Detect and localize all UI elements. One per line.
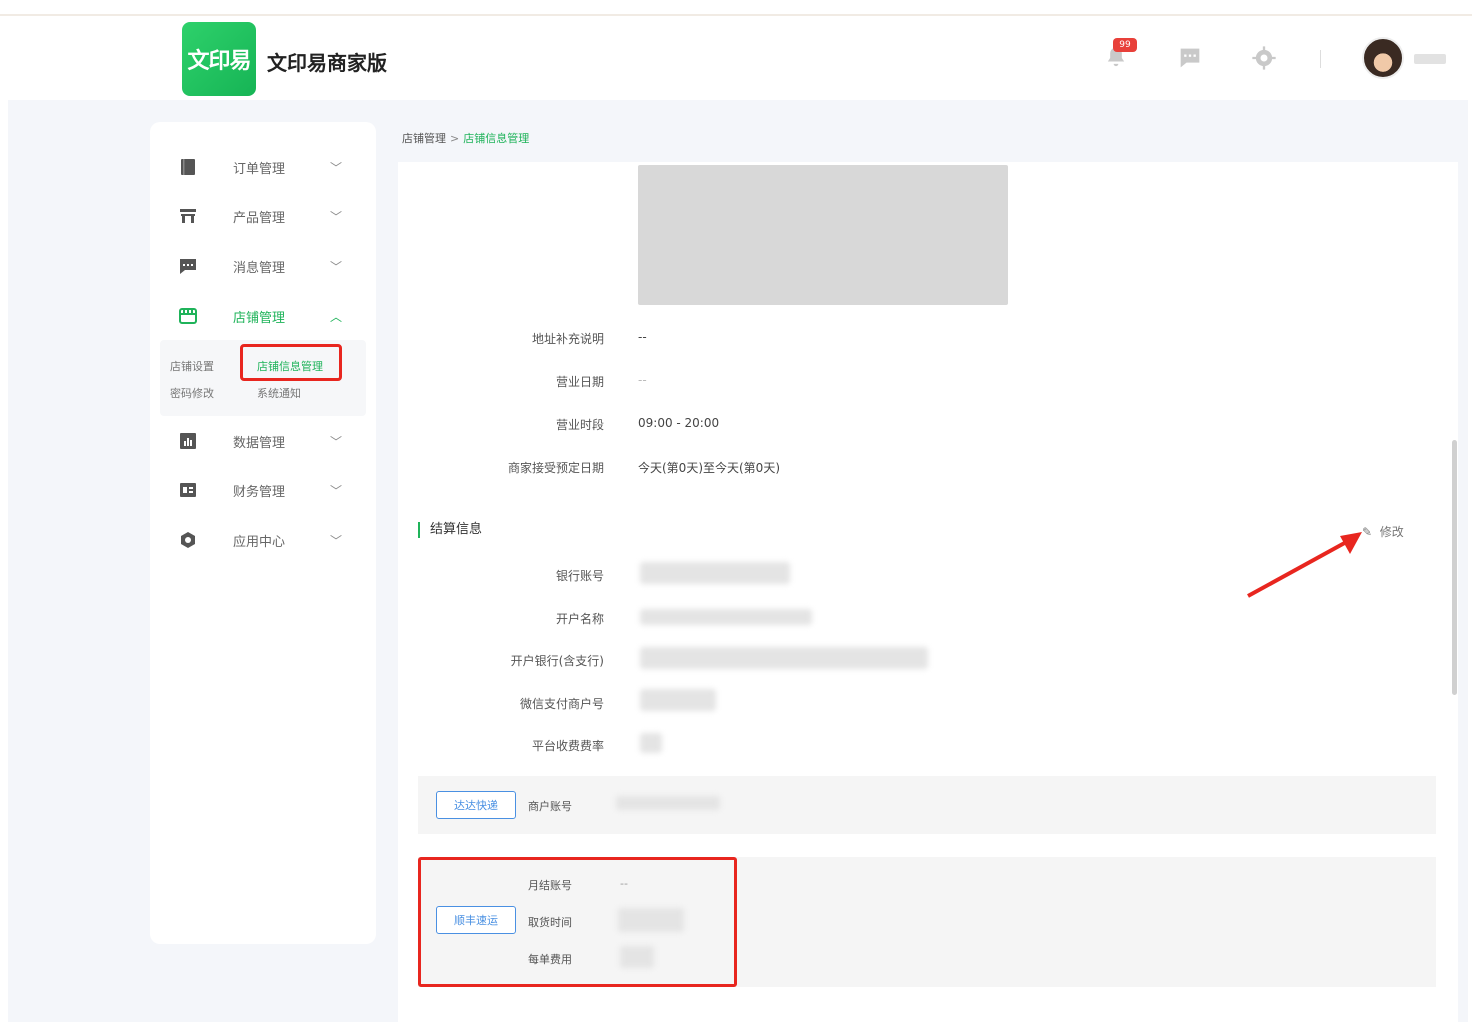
sidebar-item-orders[interactable]: 订单管理 ﹀ [176, 152, 356, 182]
field-label: 微信支付商户号 [519, 697, 604, 711]
highlight-box-submenu [240, 344, 342, 381]
platform-rate-blurred [640, 733, 662, 753]
sidebar-item-label: 店铺管理 [233, 310, 286, 326]
notification-badge: 99 [1113, 38, 1137, 52]
submenu-system-notice[interactable]: 系统通知 [257, 385, 301, 401]
field-label: 开户名称 [555, 612, 604, 626]
shop-photo [638, 165, 1008, 305]
chevron-down-icon: ﹀ [330, 483, 343, 498]
chart-icon [180, 433, 196, 449]
username-blurred[interactable] [1414, 54, 1446, 64]
submenu-password-change[interactable]: 密码修改 [170, 385, 214, 401]
field-value: -- [638, 330, 647, 344]
sidebar-item-data[interactable]: 数据管理 ﹀ [176, 426, 356, 456]
apps-icon [181, 532, 195, 548]
highlight-box-shipping [418, 857, 737, 987]
field-value: 09:00 - 20:00 [638, 416, 720, 430]
sidebar-item-label: 订单管理 [233, 161, 286, 177]
merchant-account-label: 商户账号 [528, 800, 572, 813]
chevron-down-icon: ﹀ [330, 434, 343, 449]
sidebar-item-label: 应用中心 [233, 534, 286, 550]
sidebar-item-products[interactable]: 产品管理 ﹀ [176, 201, 356, 231]
sidebar-item-finance[interactable]: 财务管理 ﹀ [176, 475, 356, 505]
annotation-arrow [1247, 532, 1362, 598]
app-logo[interactable]: 文印易 [182, 22, 256, 96]
gear-icon[interactable] [1250, 44, 1278, 72]
brand-name: 文印易商家版 [267, 51, 387, 75]
field-label: 开户银行(含支行) [510, 654, 604, 668]
edit-label: 修改 [1379, 525, 1404, 539]
field-label: 地址补充说明 [531, 332, 604, 346]
field-label: 营业日期 [555, 375, 604, 389]
scrollbar[interactable] [1452, 440, 1457, 695]
avatar[interactable] [1362, 37, 1404, 79]
sidebar-item-messages[interactable]: 消息管理 ﹀ [176, 251, 356, 281]
field-value: 今天(第0天)至今天(第0天) [638, 461, 780, 475]
breadcrumb-current: 店铺信息管理 [463, 132, 530, 145]
field-label: 营业时段 [555, 418, 604, 432]
chevron-down-icon: ﹀ [330, 533, 343, 548]
header-divider [1320, 50, 1321, 68]
sidebar-item-shop[interactable]: 店铺管理 ︿ [176, 301, 356, 331]
field-label: 平台收费费率 [531, 739, 604, 753]
settlement-section-title: 结算信息 [418, 522, 482, 538]
breadcrumb-parent[interactable]: 店铺管理 [402, 132, 446, 145]
field-label: 银行账号 [555, 569, 604, 583]
chevron-down-icon: ﹀ [330, 259, 343, 274]
wechat-merchant-blurred [640, 689, 716, 711]
message-icon [180, 259, 196, 274]
field-label: 商家接受预定日期 [507, 461, 604, 475]
bank-branch-blurred [640, 647, 928, 669]
chevron-down-icon: ﹀ [330, 160, 343, 175]
sidebar-item-label: 财务管理 [233, 484, 286, 500]
merchant-account-blurred [616, 796, 720, 810]
breadcrumb-separator: > [450, 132, 460, 145]
submenu-shop-settings[interactable]: 店铺设置 [170, 358, 214, 374]
breadcrumb: 店铺管理 > 店铺信息管理 [402, 130, 529, 146]
bank-account-blurred [640, 562, 790, 584]
shop-icon [179, 308, 197, 324]
express-button[interactable]: 达达快递 [436, 791, 516, 819]
chevron-up-icon: ︿ [330, 309, 343, 324]
book-icon [181, 159, 195, 175]
account-name-blurred [640, 609, 812, 625]
sidebar-item-label: 数据管理 [233, 435, 286, 451]
sidebar-item-label: 消息管理 [233, 260, 286, 276]
chevron-down-icon: ﹀ [330, 209, 343, 224]
field-value: -- [638, 373, 647, 387]
sidebar-item-label: 产品管理 [233, 210, 286, 226]
finance-icon [180, 483, 196, 497]
sidebar-item-apps[interactable]: 应用中心 ﹀ [176, 525, 356, 555]
store-icon [180, 209, 196, 223]
chat-icon[interactable] [1176, 44, 1204, 72]
